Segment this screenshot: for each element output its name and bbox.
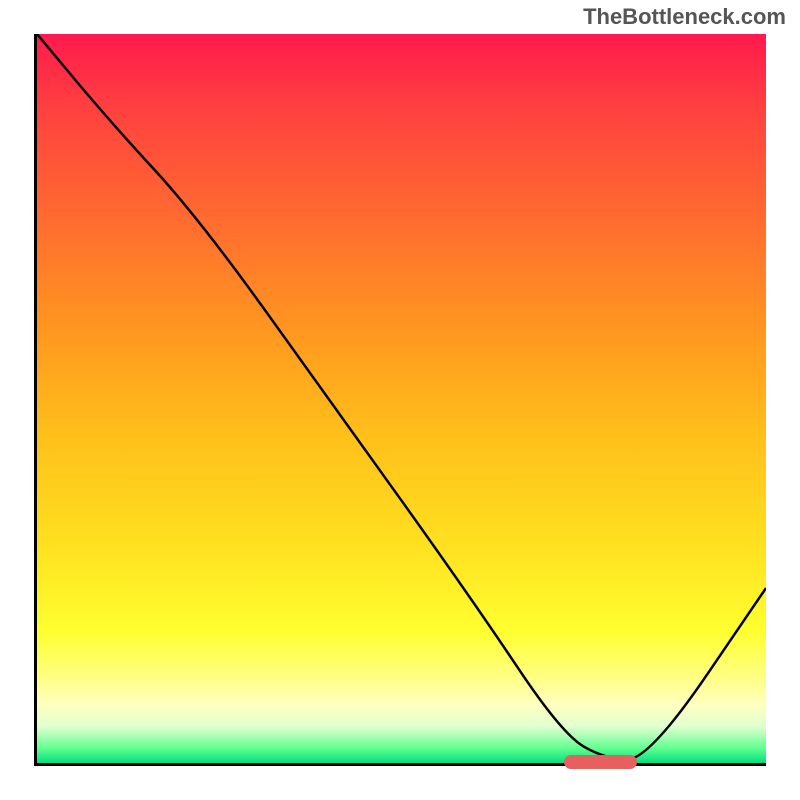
bottleneck-curve-path	[37, 34, 766, 759]
bottleneck-curve-svg	[37, 34, 766, 763]
chart-plot-area	[34, 34, 766, 766]
optimal-range-marker	[564, 755, 637, 769]
watermark-text: TheBottleneck.com	[583, 4, 786, 30]
